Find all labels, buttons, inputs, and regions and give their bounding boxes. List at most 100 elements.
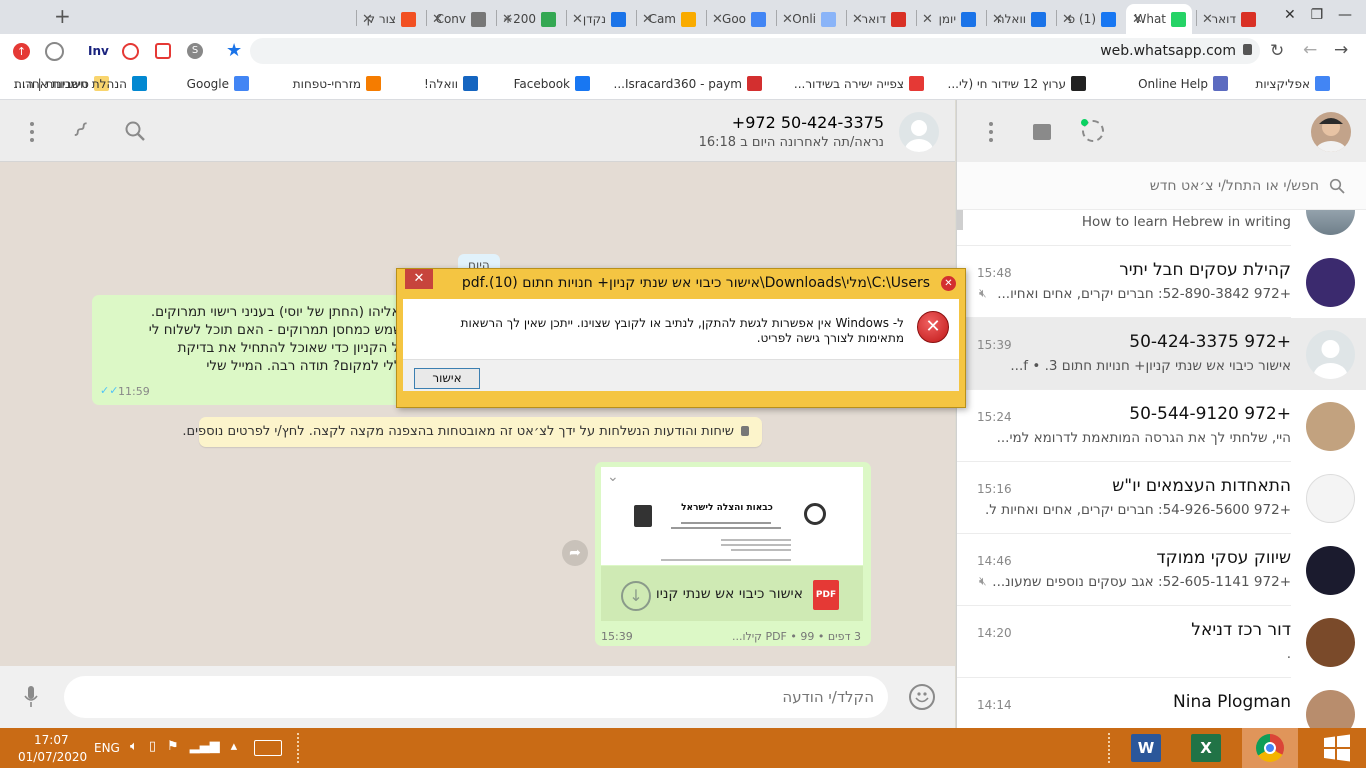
address-bar[interactable]: web.whatsapp.com [250, 38, 1260, 64]
chat-list-item[interactable]: How to learn Hebrew in writing [957, 210, 1366, 246]
bookmark-0[interactable]: אפליקציות [1256, 76, 1330, 91]
tab-12[interactable]: צור ק ✕ [356, 4, 422, 34]
new-chat-icon[interactable] [1033, 124, 1051, 140]
skype-icon[interactable]: S [187, 43, 203, 59]
search-input[interactable] [967, 172, 1319, 200]
volume-icon[interactable]: 🔈︎ [130, 739, 138, 754]
pocket-icon[interactable] [155, 43, 171, 59]
tab-4[interactable]: יומן ✕ [916, 4, 982, 34]
tray-expand-icon[interactable]: ▴ [231, 739, 238, 754]
word-app[interactable]: W [1120, 728, 1172, 768]
tab-0[interactable]: דואר ✕ [1196, 4, 1262, 34]
sent-message-bubble[interactable]: של אליהו (החתן של יוסי) בעניני רישוי תמר… [92, 295, 412, 405]
tab-close-icon[interactable]: ✕ [852, 12, 863, 27]
contact-name[interactable]: +972 50-424-3375 [732, 113, 884, 132]
my-avatar[interactable] [1311, 112, 1351, 152]
lastpass-icon[interactable] [122, 43, 139, 60]
chat-list-item[interactable]: שיווק עסקי ממוקד 14:46 +972 52-605-1141: א… [957, 534, 1366, 606]
excel-app[interactable]: X [1180, 728, 1232, 768]
flag-icon[interactable]: ⚑ [167, 739, 179, 754]
microphone-icon[interactable] [24, 686, 38, 708]
language-indicator[interactable]: ENG [94, 741, 120, 755]
clock-time[interactable]: 17:07 [34, 733, 69, 747]
bookmark-2[interactable]: ערוץ 12 שידור חי (לי... [948, 76, 1086, 91]
search-icon[interactable] [1329, 178, 1345, 194]
stop-icon[interactable]: ↑ [13, 43, 30, 60]
bookmark-4[interactable]: Isracard360 - paym... [614, 76, 762, 91]
document-message[interactable]: ⌄ כבאות והצלה לישראל PDF אישור כיבוי אש … [595, 462, 871, 646]
clock-date[interactable]: 01/07/2020 [18, 750, 87, 764]
touch-keyboard-icon[interactable] [254, 740, 282, 756]
bookmark-5[interactable]: Facebook [514, 76, 590, 91]
tab-10[interactable]: 200+ ✕ [496, 4, 562, 34]
back-icon[interactable]: → [1334, 40, 1348, 60]
start-button[interactable] [1322, 734, 1352, 762]
tab-close-icon[interactable]: ✕ [572, 12, 583, 27]
bookmark-6[interactable]: וואלה! [424, 76, 478, 91]
search-icon[interactable] [124, 120, 146, 142]
show-desktop-handle[interactable] [297, 733, 301, 763]
close-window-icon[interactable]: ✕ [1284, 7, 1296, 23]
chat-list-item[interactable]: Nina Plogman 14:14 [957, 678, 1366, 728]
tab-7[interactable]: Goo ✕ [706, 4, 772, 34]
status-icon[interactable] [1081, 119, 1104, 142]
chevron-down-icon[interactable]: ⌄ [607, 469, 619, 485]
tab-close-icon[interactable]: ✕ [1202, 12, 1213, 27]
device-icon[interactable]: ▯ [149, 739, 156, 754]
tab-close-icon[interactable]: ✕ [922, 12, 933, 27]
document-file-bar[interactable]: PDF אישור כיבוי אש שנתי קניו ↓ [601, 566, 863, 621]
tab-1[interactable]: What ✕ [1126, 4, 1192, 34]
tab-close-icon[interactable]: ✕ [432, 12, 443, 27]
tab-6[interactable]: Onli ✕ [776, 4, 842, 34]
chrome-app[interactable] [1242, 728, 1298, 768]
tab-close-icon[interactable]: ✕ [712, 12, 723, 27]
px-icon [541, 11, 556, 27]
tab-3[interactable]: וואלה ✕ [986, 4, 1052, 34]
dialog-ok-button[interactable]: אישור [414, 368, 480, 389]
tab-close-icon[interactable]: ✕ [642, 12, 653, 27]
bookmark-8[interactable]: Google [187, 76, 249, 91]
chat-list-item[interactable]: +972 50-544-9120 15:24 היי, שלחתי לך את הג… [957, 390, 1366, 462]
message-line: ד לשמש כמחסן תמרוקים - האם תוכל לשלוח לי [148, 322, 412, 338]
tab-close-icon[interactable]: ✕ [1132, 12, 1143, 27]
restore-window-icon[interactable]: ❐ [1311, 7, 1324, 23]
minimize-window-icon[interactable]: — [1338, 7, 1352, 23]
download-icon[interactable]: ↓ [621, 581, 651, 611]
tab-close-icon[interactable]: ✕ [362, 12, 373, 27]
chat-list-item[interactable]: התאחדות העצמאים יו"ש 15:16 +972 54-926-560… [957, 462, 1366, 534]
document-preview[interactable]: ⌄ כבאות והצלה לישראל [601, 467, 863, 565]
forward-icon[interactable]: ← [1303, 40, 1317, 60]
contact-avatar[interactable] [899, 112, 939, 152]
encryption-notice[interactable]: שיחות והודעות הנשלחות על ידך לצ׳אט זה מא… [182, 417, 762, 447]
menu-icon[interactable] [30, 122, 36, 142]
scrollbar[interactable] [957, 210, 963, 230]
menu-icon[interactable] [989, 122, 995, 142]
profile-ext-icon[interactable] [45, 42, 64, 61]
tab-5[interactable]: דואר ✕ [846, 4, 912, 34]
bookmark-9[interactable]: הנהלת חשבונות | ה... [15, 76, 147, 91]
bookmark-1[interactable]: Online Help [1138, 76, 1228, 91]
attach-icon[interactable]: ⌇ [67, 118, 92, 143]
message-input[interactable] [64, 676, 888, 718]
dialog-close-button[interactable]: ✕ [405, 269, 433, 289]
new-tab-button[interactable]: + [54, 6, 74, 28]
network-icon[interactable]: ▂▄▆ [190, 739, 220, 754]
tab-close-icon[interactable]: ✕ [1062, 12, 1073, 27]
tab-close-icon[interactable]: ✕ [782, 12, 793, 27]
tab-close-icon[interactable]: ✕ [502, 12, 513, 27]
bookmark-star-icon[interactable]: ★ [226, 40, 242, 61]
chat-list-item[interactable]: דור רכז דניאל 14:20. [957, 606, 1366, 678]
inv-extension[interactable]: Inv [88, 44, 109, 58]
emoji-icon[interactable] [909, 684, 935, 710]
reload-icon[interactable]: ↻ [1270, 41, 1284, 61]
tab-close-icon[interactable]: ✕ [992, 12, 1003, 27]
chat-list-item[interactable]: +972 50-424-3375 15:39 אישור כיבוי אש שנתי… [957, 318, 1366, 390]
tab-9[interactable]: נקדן ✕ [566, 4, 632, 34]
chat-list-item[interactable]: קהילת עסקים חבל יתיר 15:48 +972 52-890-384… [957, 246, 1366, 318]
forward-icon[interactable]: ➦ [562, 540, 588, 566]
tab-11[interactable]: Conv ✕ [426, 4, 492, 34]
tab-2[interactable]: (1) פ ✕ [1056, 4, 1122, 34]
bookmark-7[interactable]: מזרחי-טפחות [293, 76, 381, 91]
bookmark-3[interactable]: צפייה ישירה בשידור... [794, 76, 924, 91]
tab-8[interactable]: Cam ✕ [636, 4, 702, 34]
